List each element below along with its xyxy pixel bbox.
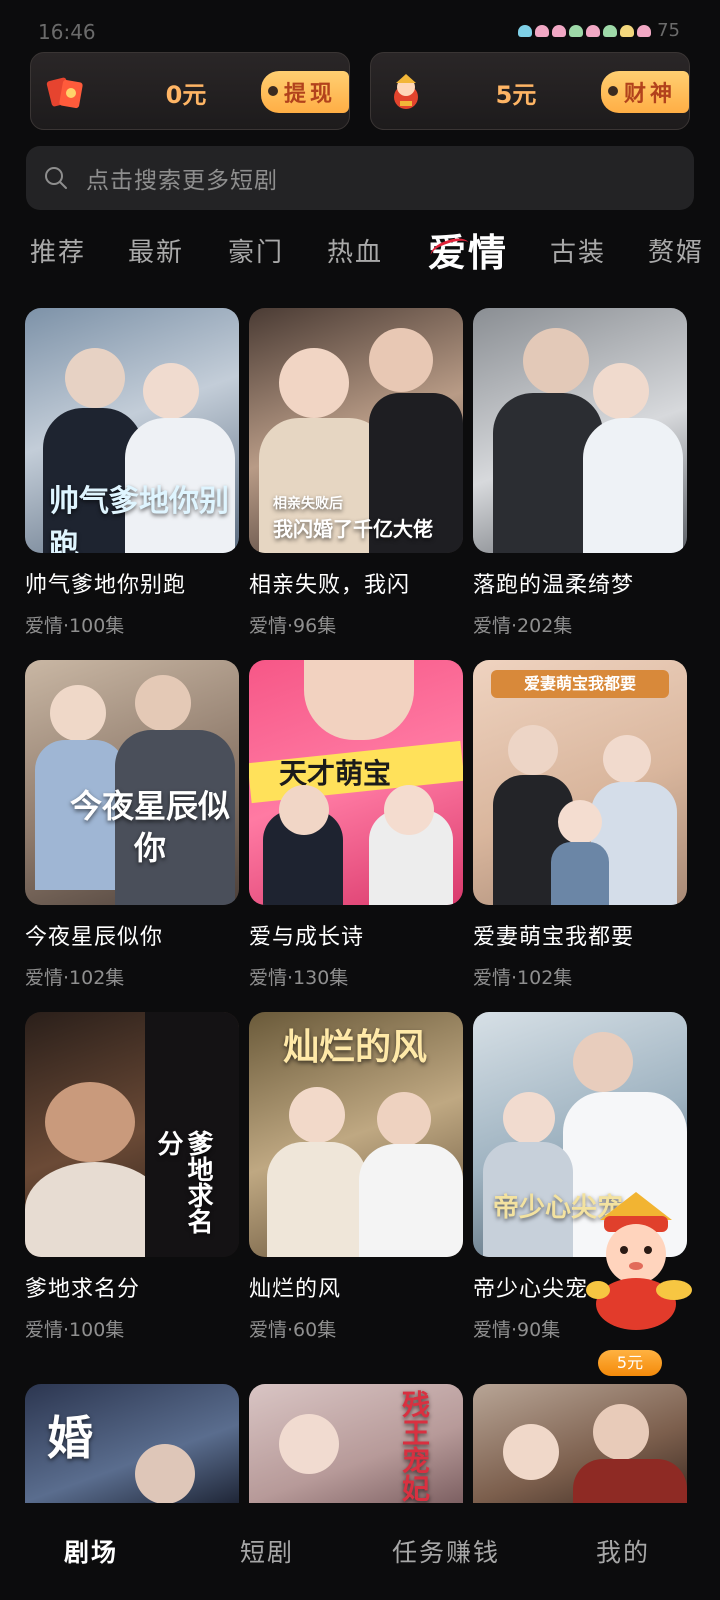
drama-poster[interactable]: 爱妻萌宝我都要 bbox=[473, 660, 687, 905]
drama-poster[interactable]: 天才萌宝 bbox=[249, 660, 463, 905]
drama-poster[interactable]: 爹地求名分 bbox=[25, 1012, 239, 1257]
poster-title: 我闪婚了千亿大佬 bbox=[273, 517, 433, 541]
drama-meta: 爱情·202集 bbox=[473, 615, 573, 637]
drama-poster[interactable]: 相亲失败后 我闪婚了千亿大佬 bbox=[249, 308, 463, 553]
drama-poster[interactable]: 灿烂的风 bbox=[249, 1012, 463, 1257]
drama-title: 今夜星辰似你 bbox=[25, 925, 164, 950]
drama-card[interactable]: 残王宠妃 bbox=[249, 1384, 463, 1503]
poster-title: 爹地求名分 bbox=[153, 1130, 213, 1234]
tab-romance[interactable]: 爱情 bbox=[428, 222, 508, 277]
drama-meta: 爱情·96集 bbox=[249, 615, 337, 637]
drama-poster[interactable] bbox=[473, 308, 687, 553]
fortune-float-badge[interactable]: 5元 bbox=[598, 1350, 662, 1376]
fortune-amount: 5元 bbox=[495, 81, 537, 109]
red-packet-icon bbox=[46, 77, 83, 109]
drama-meta: 爱情·102集 bbox=[25, 967, 125, 989]
tab-action[interactable]: 热血 bbox=[327, 232, 383, 269]
nav-short-drama[interactable]: 短剧 bbox=[240, 1533, 294, 1569]
withdraw-button[interactable]: 提现 bbox=[261, 71, 349, 113]
tab-latest[interactable]: 最新 bbox=[128, 232, 184, 269]
poster-title: 爱妻萌宝我都要 bbox=[491, 670, 669, 698]
drama-title: 相亲失败，我闪 bbox=[249, 573, 411, 598]
tab-costume[interactable]: 古装 bbox=[550, 232, 606, 269]
tab-son-in-law[interactable]: 赘婿 bbox=[648, 232, 704, 269]
category-tabs: 推荐 最新 豪门 热血 爱情 古装 赘婿 bbox=[0, 222, 720, 282]
drama-meta: 爱情·102集 bbox=[473, 967, 573, 989]
drama-poster[interactable]: 残王宠妃 bbox=[249, 1384, 463, 1503]
drama-card[interactable]: 爱妻萌宝我都要 爱妻萌宝我都要 爱情·102集 bbox=[473, 660, 687, 990]
drama-card[interactable]: 爹地求名分 爹地求名分 爱情·100集 bbox=[25, 1012, 239, 1342]
drama-card[interactable]: 今夜星辰似你 今夜星辰似你 爱情·102集 bbox=[25, 660, 239, 990]
drama-card[interactable]: 婚 bbox=[25, 1384, 239, 1503]
drama-card[interactable]: 落跑的温柔绮梦 爱情·202集 bbox=[473, 308, 687, 638]
drama-card[interactable]: 灿烂的风 灿烂的风 爱情·60集 bbox=[249, 1012, 463, 1342]
drama-card[interactable]: 相亲失败后 我闪婚了千亿大佬 相亲失败，我闪 爱情·96集 bbox=[249, 308, 463, 638]
drama-poster[interactable]: 帅气爹地你别跑 bbox=[25, 308, 239, 553]
drama-title: 爱妻萌宝我都要 bbox=[473, 925, 635, 950]
drama-meta: 爱情·130集 bbox=[249, 967, 349, 989]
search-bar[interactable]: 点击搜索更多短剧 bbox=[26, 146, 694, 210]
nav-tasks-earn[interactable]: 任务赚钱 bbox=[392, 1533, 500, 1569]
status-bar: 16:46 75 bbox=[0, 0, 720, 48]
poster-subtitle: 相亲失败后 bbox=[273, 496, 343, 512]
cash-wallet-card[interactable]: 0元 提现 bbox=[30, 52, 350, 130]
drama-card[interactable]: 天才萌宝 爱与成长诗 爱情·130集 bbox=[249, 660, 463, 990]
poster-title: 今夜星辰似你 bbox=[69, 787, 230, 867]
search-placeholder: 点击搜索更多短剧 bbox=[86, 168, 278, 194]
poster-title: 灿烂的风 bbox=[283, 1027, 428, 1068]
drama-title: 灿烂的风 bbox=[249, 1277, 342, 1302]
fortune-god-button[interactable]: 财神 bbox=[601, 71, 689, 113]
tab-recommend[interactable]: 推荐 bbox=[30, 232, 86, 269]
search-icon bbox=[45, 167, 67, 189]
drama-title: 爱与成长诗 bbox=[249, 925, 365, 950]
fortune-god-icon bbox=[394, 74, 418, 109]
drama-poster[interactable]: 今夜星辰似你 bbox=[25, 660, 239, 905]
fortune-wallet-card[interactable]: 5元 财神 bbox=[370, 52, 690, 130]
tab-wealthy[interactable]: 豪门 bbox=[228, 232, 284, 269]
love-hearts-icon bbox=[518, 24, 652, 37]
cash-amount: 0元 bbox=[165, 81, 207, 109]
nav-me[interactable]: 我的 bbox=[596, 1533, 650, 1569]
drama-meta: 爱情·60集 bbox=[249, 1319, 337, 1341]
battery-level: 75 bbox=[657, 20, 680, 41]
status-icons: 75 bbox=[518, 20, 680, 41]
drama-meta: 爱情·100集 bbox=[25, 615, 125, 637]
poster-title: 残王宠妃 bbox=[398, 1390, 431, 1502]
bottom-nav: 剧场 短剧 任务赚钱 我的 bbox=[0, 1503, 720, 1600]
status-time: 16:46 bbox=[38, 20, 96, 44]
drama-poster[interactable] bbox=[473, 1384, 687, 1503]
drama-title: 帅气爹地你别跑 bbox=[25, 573, 187, 598]
drama-meta: 爱情·100集 bbox=[25, 1319, 125, 1341]
drama-title: 爹地求名分 bbox=[25, 1277, 141, 1302]
drama-title: 落跑的温柔绮梦 bbox=[473, 573, 635, 598]
nav-theater[interactable]: 剧场 bbox=[64, 1533, 118, 1569]
poster-title: 帅气爹地你别跑 bbox=[49, 484, 229, 553]
poster-title: 婚 bbox=[47, 1411, 93, 1465]
drama-card[interactable]: 帅气爹地你别跑 帅气爹地你别跑 爱情·100集 bbox=[25, 308, 239, 638]
fortune-god-float-icon[interactable] bbox=[578, 1186, 694, 1336]
drama-card[interactable] bbox=[473, 1384, 687, 1503]
drama-poster[interactable]: 婚 bbox=[25, 1384, 239, 1503]
